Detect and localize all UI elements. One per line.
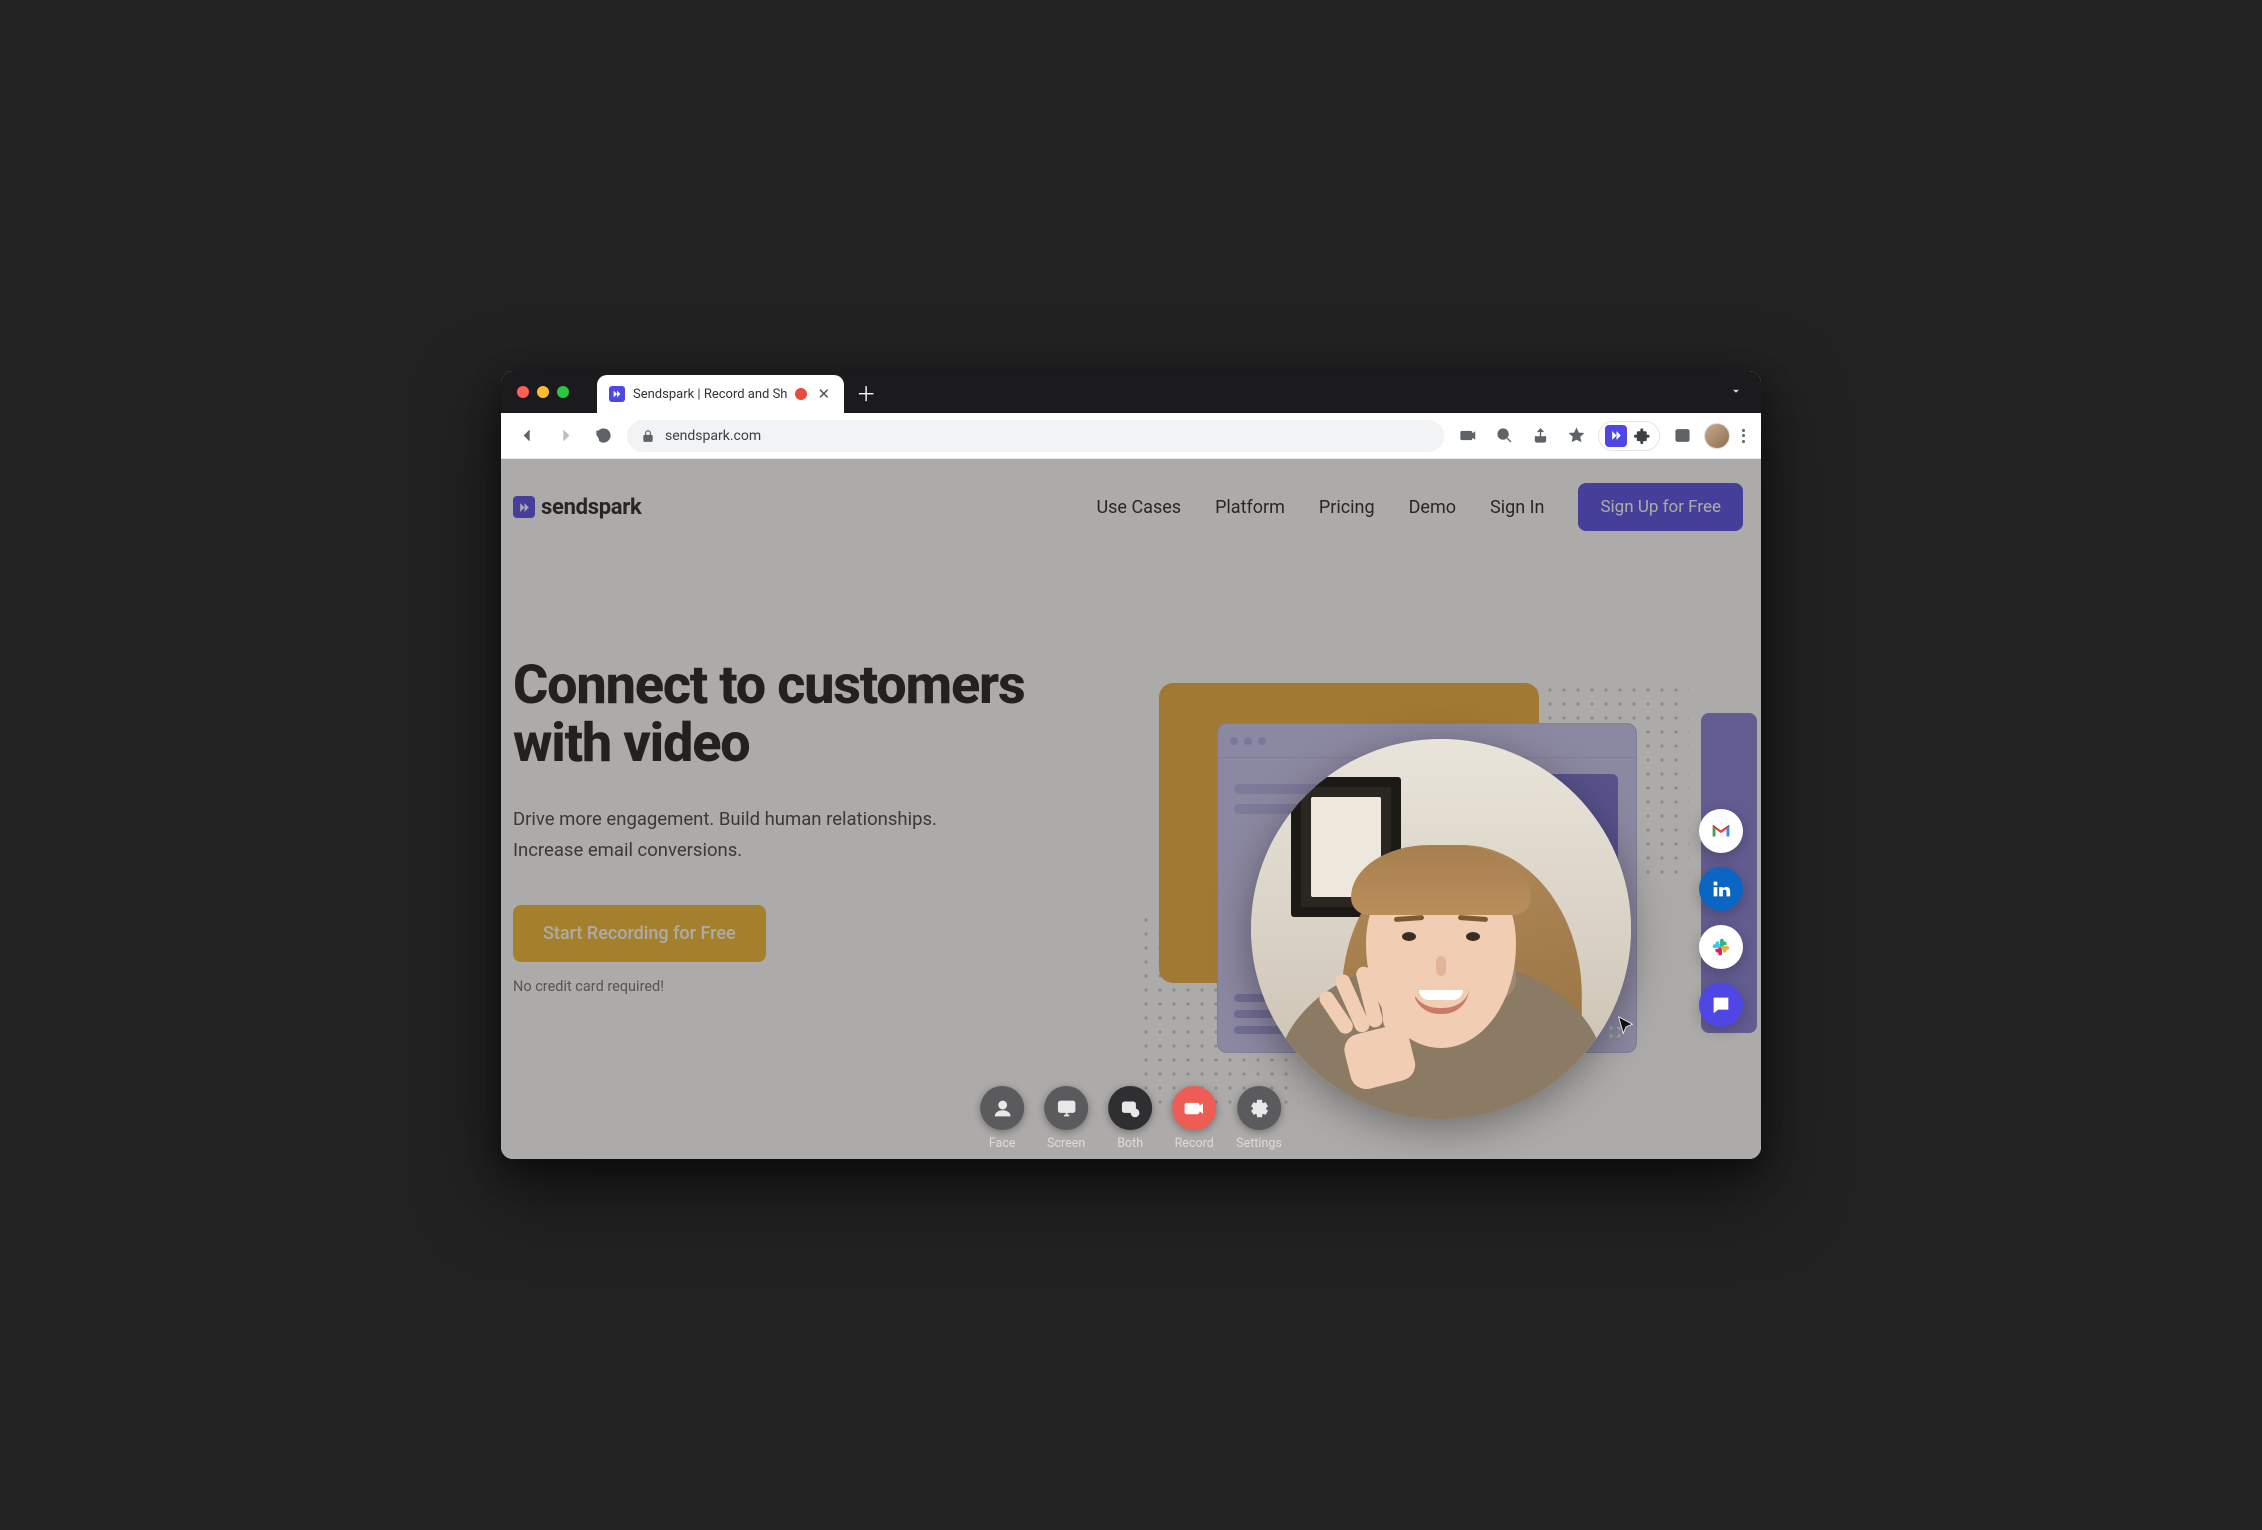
pinned-extensions — [1598, 421, 1660, 451]
tab-favicon — [609, 386, 625, 402]
share-icon[interactable] — [1526, 422, 1554, 450]
nav-sign-in[interactable]: Sign In — [1490, 497, 1544, 518]
hero-subhead: Drive more engagement. Build human relat… — [513, 804, 973, 867]
brand-name: sendspark — [541, 495, 641, 520]
nav-forward-button[interactable] — [551, 422, 579, 450]
traffic-lights — [501, 386, 569, 398]
browser-window: Sendspark | Record and Sh ✕ ＋ sendspark.… — [501, 371, 1761, 1159]
sendspark-extension-icon[interactable] — [1605, 425, 1627, 447]
zoom-out-icon[interactable] — [1490, 422, 1518, 450]
window-titlebar: Sendspark | Record and Sh ✕ ＋ — [501, 371, 1761, 413]
brand-logo[interactable]: sendspark — [513, 495, 641, 520]
recorder-screen-button[interactable] — [1044, 1086, 1088, 1130]
hero-headline: Connect to customers with video — [513, 657, 1119, 774]
recorder-settings-button[interactable] — [1237, 1086, 1281, 1130]
recorder-settings-label: Settings — [1236, 1136, 1282, 1151]
tab-title: Sendspark | Record and Sh — [633, 387, 787, 402]
window-minimize-button[interactable] — [537, 386, 549, 398]
address-bar-url: sendspark.com — [665, 428, 761, 444]
recorder-screen-label: Screen — [1047, 1136, 1085, 1151]
lock-icon — [641, 429, 655, 443]
integration-icons — [1699, 809, 1743, 1027]
recording-indicator-icon — [795, 388, 807, 400]
browser-toolbar: sendspark.com — [501, 413, 1761, 459]
gmail-icon[interactable] — [1699, 809, 1743, 853]
recorder-face-label: Face — [989, 1136, 1016, 1151]
site-header: sendspark Use Cases Platform Pricing Dem… — [501, 459, 1761, 555]
nav-demo[interactable]: Demo — [1409, 497, 1456, 518]
hero-note: No credit card required! — [513, 978, 1119, 995]
toolbar-actions — [1454, 421, 1749, 451]
intercom-chat-icon[interactable] — [1699, 983, 1743, 1027]
nav-reload-button[interactable] — [589, 422, 617, 450]
side-panel-icon[interactable] — [1668, 422, 1696, 450]
page-viewport: sendspark Use Cases Platform Pricing Dem… — [501, 459, 1761, 1159]
address-bar[interactable]: sendspark.com — [627, 420, 1444, 452]
main-nav: Use Cases Platform Pricing Demo Sign In … — [1096, 483, 1743, 531]
nav-platform[interactable]: Platform — [1215, 497, 1285, 518]
profile-avatar[interactable] — [1704, 423, 1730, 449]
linkedin-icon[interactable] — [1699, 867, 1743, 911]
window-maximize-button[interactable] — [557, 386, 569, 398]
start-recording-button[interactable]: Start Recording for Free — [513, 905, 766, 962]
bookmark-star-icon[interactable] — [1562, 422, 1590, 450]
window-close-button[interactable] — [517, 386, 529, 398]
nav-use-cases[interactable]: Use Cases — [1096, 497, 1181, 518]
slack-icon[interactable] — [1699, 925, 1743, 969]
nav-back-button[interactable] — [513, 422, 541, 450]
recorder-both-button[interactable] — [1108, 1086, 1152, 1130]
browser-menu-button[interactable] — [1738, 425, 1749, 447]
signup-button[interactable]: Sign Up for Free — [1578, 483, 1743, 531]
new-tab-button[interactable]: ＋ — [856, 378, 876, 407]
tab-close-button[interactable]: ✕ — [815, 383, 832, 405]
recorder-record-label: Record — [1175, 1136, 1214, 1151]
browser-tab[interactable]: Sendspark | Record and Sh ✕ — [597, 375, 844, 413]
nav-pricing[interactable]: Pricing — [1319, 497, 1375, 518]
tabstrip-dropdown-button[interactable] — [1729, 383, 1761, 402]
brand-mark-icon — [513, 496, 535, 518]
recorder-control-bar: Face Screen Both Record — [980, 1086, 1282, 1151]
camera-preview-bubble[interactable] — [1251, 739, 1631, 1119]
hero-copy: Connect to customers with video Drive mo… — [513, 573, 1119, 1093]
recorder-face-button[interactable] — [980, 1086, 1024, 1130]
recorder-both-label: Both — [1117, 1136, 1143, 1151]
extensions-puzzle-icon[interactable] — [1631, 425, 1653, 447]
camera-extension-icon[interactable] — [1454, 422, 1482, 450]
camera-person — [1251, 826, 1631, 1119]
recorder-record-button[interactable] — [1172, 1086, 1216, 1130]
